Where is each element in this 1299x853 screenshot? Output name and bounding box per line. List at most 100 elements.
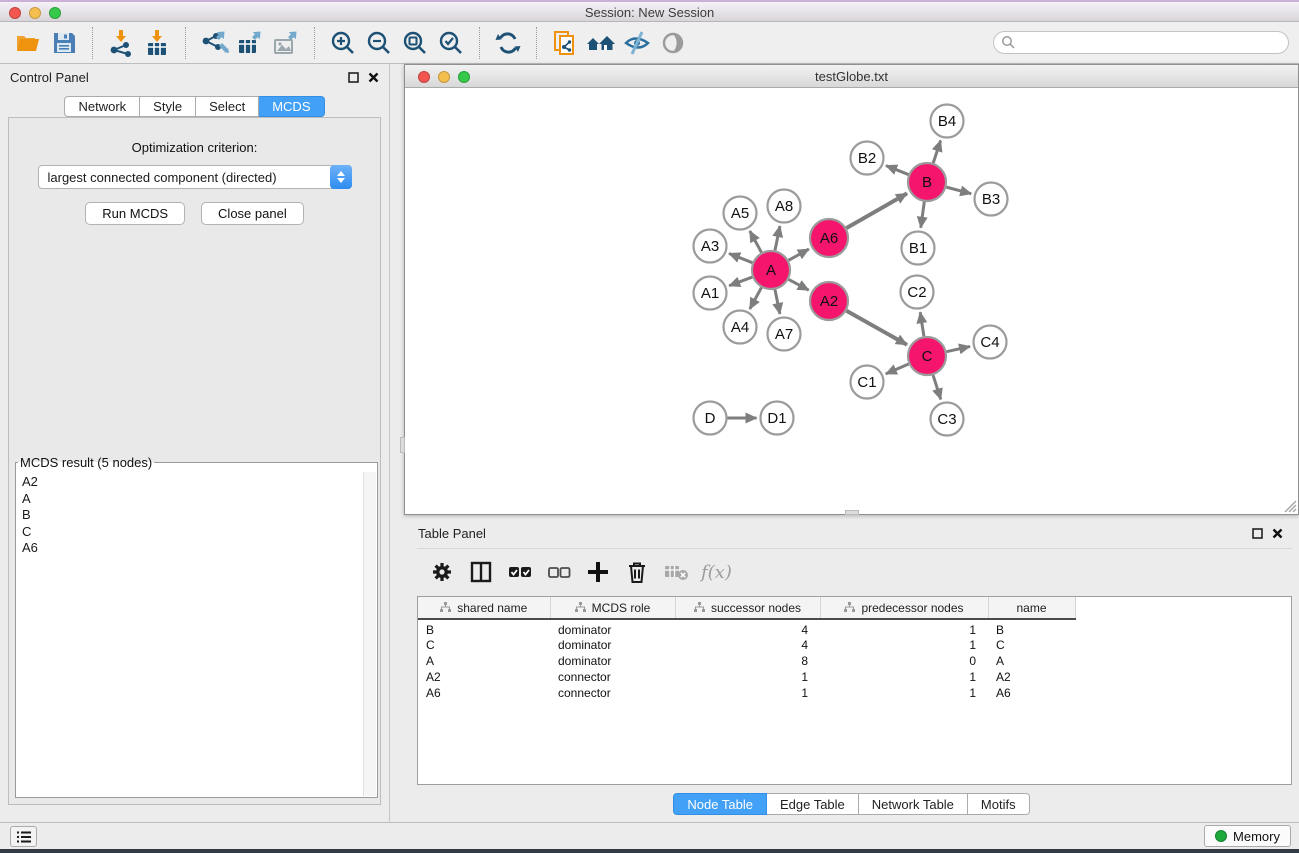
table-cell[interactable]: 8: [675, 653, 820, 669]
graph-node-D[interactable]: D: [694, 402, 727, 435]
export-network-icon[interactable]: [196, 26, 232, 60]
graph-node-B[interactable]: B: [908, 163, 946, 201]
tab-node-table[interactable]: Node Table: [673, 793, 767, 815]
graph-edge-C-C2[interactable]: [920, 312, 924, 336]
graph-node-A4[interactable]: A4: [724, 311, 757, 344]
zoom-fit-icon[interactable]: [397, 26, 433, 60]
table-cell[interactable]: 1: [820, 669, 988, 685]
graph-node-C1[interactable]: C1: [851, 366, 884, 399]
graph-edge-B-B4[interactable]: [933, 140, 940, 163]
mcds-result-item[interactable]: C: [22, 524, 362, 541]
settings-gear-icon[interactable]: [426, 556, 458, 588]
node-table-grid[interactable]: shared nameMCDS rolesuccessor nodesprede…: [418, 597, 1076, 701]
tab-motifs[interactable]: Motifs: [968, 793, 1030, 815]
network-graph[interactable]: AA1A2A3A4A5A6A7A8BB1B2B3B4CC1C2C3C4DD1: [405, 88, 1298, 514]
close-panel-icon[interactable]: [1272, 528, 1283, 539]
graph-edge-A-A6[interactable]: [789, 249, 809, 260]
hide-graphics-details-icon[interactable]: [619, 26, 655, 60]
zoom-out-icon[interactable]: [361, 26, 397, 60]
graph-node-B4[interactable]: B4: [931, 105, 964, 138]
table-cell[interactable]: 1: [675, 669, 820, 685]
tab-edge-table[interactable]: Edge Table: [767, 793, 859, 815]
tab-mcds[interactable]: MCDS: [259, 96, 324, 117]
graph-edge-C-C1[interactable]: [886, 364, 909, 374]
tab-style[interactable]: Style: [140, 96, 196, 117]
graph-edge-A-A2[interactable]: [789, 279, 809, 290]
refresh-icon[interactable]: [490, 26, 526, 60]
mcds-result-list[interactable]: A2ABCA6: [17, 472, 362, 796]
task-history-button[interactable]: [10, 826, 37, 847]
table-cell[interactable]: 1: [820, 619, 988, 637]
table-cell[interactable]: B: [988, 619, 1075, 637]
table-cell[interactable]: connector: [550, 685, 675, 701]
memory-button[interactable]: Memory: [1204, 825, 1291, 847]
table-cell[interactable]: C: [418, 637, 550, 653]
save-session-icon[interactable]: [46, 26, 82, 60]
graph-edge-A-A7[interactable]: [775, 290, 780, 314]
table-row[interactable]: Adominator80A: [418, 653, 1075, 669]
zoom-selected-icon[interactable]: [433, 26, 469, 60]
import-network-icon[interactable]: [103, 26, 139, 60]
mcds-result-item[interactable]: A6: [22, 540, 362, 557]
graph-node-C3[interactable]: C3: [931, 403, 964, 436]
graph-node-A6[interactable]: A6: [810, 219, 848, 257]
export-table-icon[interactable]: [232, 26, 268, 60]
graph-edge-A-A5[interactable]: [750, 231, 762, 252]
mcds-result-item[interactable]: A2: [22, 474, 362, 491]
graph-node-C4[interactable]: C4: [974, 326, 1007, 359]
splitter-handle[interactable]: [845, 510, 859, 515]
graph-node-A[interactable]: A: [752, 251, 790, 289]
table-cell[interactable]: 1: [820, 685, 988, 701]
column-header-MCDS-role[interactable]: MCDS role: [550, 597, 675, 619]
network-window-titlebar[interactable]: testGlobe.txt: [405, 65, 1298, 88]
mcds-result-item[interactable]: B: [22, 507, 362, 524]
graph-edge-A6-B[interactable]: [846, 193, 907, 228]
close-panel-button[interactable]: Close panel: [201, 202, 304, 225]
table-cell[interactable]: B: [418, 619, 550, 637]
tab-network[interactable]: Network: [64, 96, 140, 117]
column-header-shared-name[interactable]: shared name: [418, 597, 550, 619]
table-cell[interactable]: A: [988, 653, 1075, 669]
graph-edge-A2-C[interactable]: [846, 311, 907, 345]
new-session-icon[interactable]: [547, 26, 583, 60]
table-cell[interactable]: A2: [418, 669, 550, 685]
tab-select[interactable]: Select: [196, 96, 259, 117]
tab-network-table[interactable]: Network Table: [859, 793, 968, 815]
graph-node-B3[interactable]: B3: [975, 183, 1008, 216]
deselect-all-icon[interactable]: [543, 556, 575, 588]
graph-node-A2[interactable]: A2: [810, 282, 848, 320]
graph-edge-A-A4[interactable]: [750, 288, 762, 309]
column-header-name[interactable]: name: [988, 597, 1075, 619]
graph-edge-A-A8[interactable]: [775, 226, 780, 250]
column-header-predecessor-nodes[interactable]: predecessor nodes: [820, 597, 988, 619]
graph-edge-B-B1[interactable]: [921, 202, 925, 228]
table-cell[interactable]: connector: [550, 669, 675, 685]
open-session-icon[interactable]: [10, 26, 46, 60]
table-row[interactable]: A2connector11A2: [418, 669, 1075, 685]
zoom-in-icon[interactable]: [325, 26, 361, 60]
table-row[interactable]: A6connector11A6: [418, 685, 1075, 701]
import-table-icon[interactable]: [139, 26, 175, 60]
graph-node-C2[interactable]: C2: [901, 276, 934, 309]
graph-edge-B-B3[interactable]: [946, 187, 971, 194]
table-cell[interactable]: 4: [675, 637, 820, 653]
birds-eye-view-icon[interactable]: [655, 26, 691, 60]
table-cell[interactable]: A6: [988, 685, 1075, 701]
table-cell[interactable]: A2: [988, 669, 1075, 685]
table-row[interactable]: Cdominator41C: [418, 637, 1075, 653]
graph-node-A5[interactable]: A5: [724, 197, 757, 230]
table-cell[interactable]: 1: [820, 637, 988, 653]
add-column-icon[interactable]: [582, 556, 614, 588]
graph-node-A7[interactable]: A7: [768, 318, 801, 351]
mcds-result-item[interactable]: A: [22, 491, 362, 508]
table-cell[interactable]: 4: [675, 619, 820, 637]
float-panel-icon[interactable]: [1252, 528, 1263, 539]
graph-node-D1[interactable]: D1: [761, 402, 794, 435]
close-panel-icon[interactable]: [368, 72, 379, 83]
table-cell[interactable]: dominator: [550, 619, 675, 637]
table-cell[interactable]: 0: [820, 653, 988, 669]
graph-edge-A-A1[interactable]: [729, 277, 752, 286]
column-header-successor-nodes[interactable]: successor nodes: [675, 597, 820, 619]
table-cell[interactable]: dominator: [550, 637, 675, 653]
graph-edge-C-C4[interactable]: [947, 346, 970, 351]
